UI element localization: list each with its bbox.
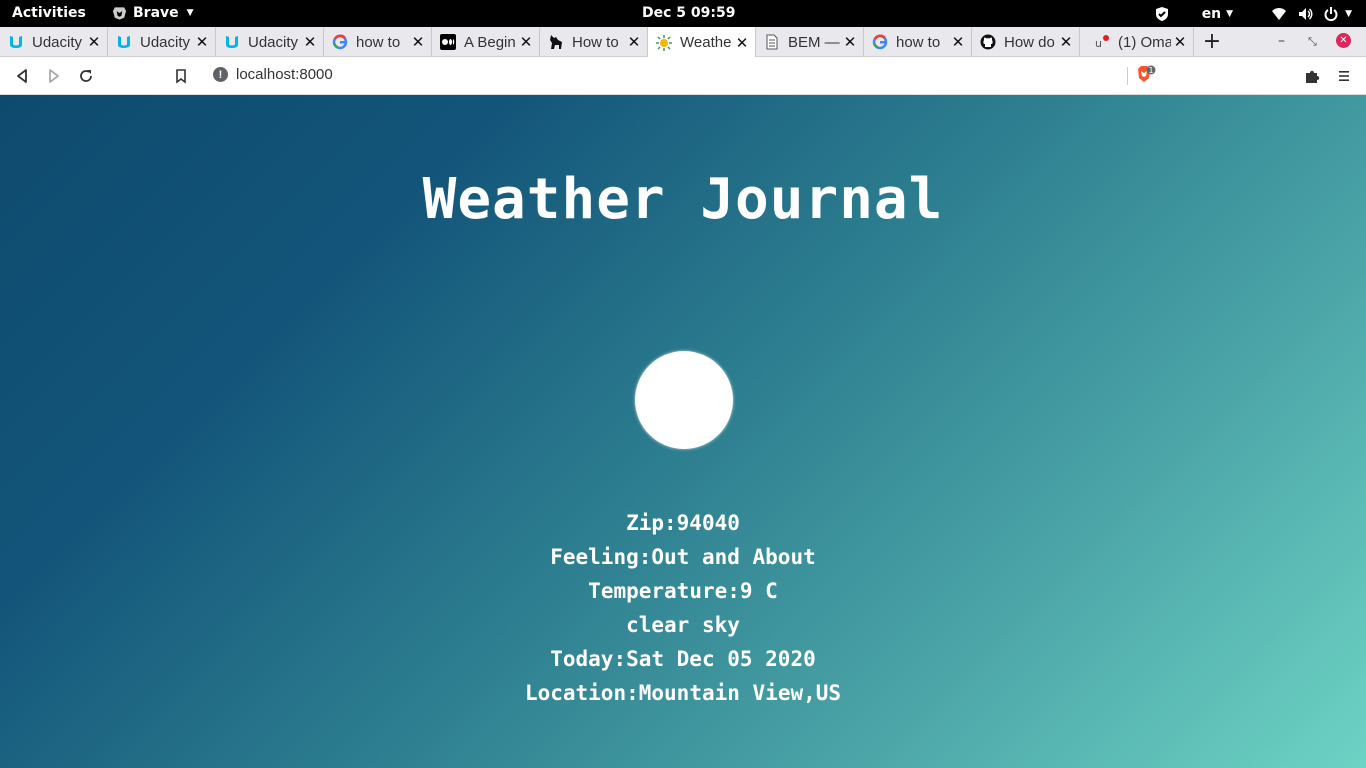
tab-title: A Begin — [464, 33, 516, 51]
shield-badge-count: 1 — [1148, 66, 1154, 75]
browser-toolbar: ! localhost:8000 1 — [0, 57, 1366, 95]
toolbar-divider — [1127, 67, 1128, 85]
chevron-down-icon: ▼ — [1345, 8, 1352, 19]
journal-entry: Zip:94040 Feeling:Out and About Temperat… — [0, 506, 1366, 710]
close-icon[interactable]: ✕ — [841, 33, 859, 51]
close-icon[interactable]: ✕ — [1057, 33, 1075, 51]
back-button[interactable] — [12, 66, 32, 86]
tab-udacity-2[interactable]: Udacity ✕ — [108, 27, 216, 57]
document-icon — [764, 34, 780, 50]
tab-how-to-dog[interactable]: How to ✕ — [540, 27, 648, 57]
zip-entry: Zip:94040 — [626, 511, 740, 535]
wifi-icon[interactable] — [1271, 6, 1287, 22]
close-icon[interactable]: ✕ — [409, 33, 427, 51]
power-icon[interactable] — [1323, 6, 1339, 22]
page-title: Weather Journal — [422, 167, 944, 232]
close-icon[interactable]: ✕ — [733, 34, 751, 52]
weather-description: clear sky — [626, 613, 740, 637]
clock[interactable]: Dec 5 09:59 — [642, 5, 735, 21]
puzzle-icon — [1306, 70, 1320, 83]
tab-weather-journal[interactable]: Weathe ✕ — [648, 27, 756, 58]
address-bar[interactable]: ! localhost:8000 — [213, 66, 333, 83]
location-entry: Location:Mountain View,US — [524, 681, 842, 705]
medium-icon — [440, 34, 456, 50]
url-text: localhost:8000 — [236, 66, 333, 83]
volume-icon[interactable] — [1297, 6, 1313, 22]
close-icon[interactable]: ✕ — [193, 33, 211, 51]
activities-button[interactable]: Activities — [12, 5, 86, 21]
hamburger-menu-icon — [1339, 71, 1349, 81]
language-label: en — [1201, 5, 1222, 22]
close-icon[interactable]: ✕ — [625, 33, 643, 51]
tab-title: Udacity — [140, 33, 191, 51]
chevron-down-icon: ▼ — [1226, 8, 1234, 19]
forward-button[interactable] — [44, 66, 64, 86]
udacity-icon — [8, 34, 24, 50]
tab-github[interactable]: How do ✕ — [972, 27, 1080, 57]
dog-icon — [548, 34, 564, 50]
app-menu[interactable]: Brave ▼ — [112, 5, 194, 21]
tab-bem[interactable]: BEM — ✕ — [756, 27, 864, 57]
tab-title: how to — [896, 33, 941, 51]
new-tab-button[interactable]: + — [1201, 30, 1223, 54]
tab-strip: Udacity ✕ Udacity ✕ Udacity ✕ how to ✕ A… — [0, 27, 1366, 58]
tab-title: Udacity — [32, 33, 83, 51]
close-window-button[interactable]: ✕ — [1336, 33, 1351, 48]
udacity-icon — [224, 34, 240, 50]
udacity-icon — [116, 34, 132, 50]
language-indicator[interactable]: en ▼ — [1202, 6, 1233, 22]
site-info-icon[interactable]: ! — [213, 67, 228, 82]
tab-title: Weathe — [680, 34, 732, 51]
weather-icon — [656, 34, 672, 51]
system-tray: en ▼ ▼ — [1154, 0, 1366, 27]
weather-icon-circle — [635, 351, 733, 449]
date-entry: Today:Sat Dec 05 2020 — [550, 647, 816, 671]
tab-google-search-1[interactable]: how to ✕ — [324, 27, 432, 57]
restore-icon[interactable]: ⤡ — [1308, 35, 1317, 49]
tab-title: How do — [1004, 33, 1055, 51]
reload-button[interactable] — [76, 66, 96, 86]
tab-notification[interactable]: u (1) Oma ✕ — [1086, 27, 1194, 57]
close-icon[interactable]: ✕ — [949, 33, 967, 51]
tab-title: Udacity — [248, 33, 299, 51]
feeling-entry: Feeling:Out and About — [550, 545, 816, 569]
tab-udacity-1[interactable]: Udacity ✕ — [0, 27, 108, 57]
notification-icon: u — [1094, 34, 1110, 50]
close-icon[interactable]: ✕ — [85, 33, 103, 51]
arrow-right-icon — [49, 69, 59, 83]
shield-icon[interactable] — [1154, 6, 1170, 22]
arrow-left-icon — [17, 69, 27, 83]
close-icon[interactable]: ✕ — [517, 33, 535, 51]
system-top-bar: Activities Brave ▼ Dec 5 09:59 en ▼ ▼ — [0, 0, 1366, 27]
google-icon — [332, 34, 348, 50]
close-icon[interactable]: ✕ — [301, 33, 319, 51]
brave-lion-icon — [112, 7, 127, 20]
svg-text:u: u — [1095, 37, 1102, 50]
chevron-down-icon: ▼ — [186, 8, 194, 18]
page-content: Weather Journal Zip:94040 Feeling:Out an… — [0, 95, 1366, 768]
temperature-entry: Temperature:9 C — [588, 579, 778, 603]
tab-medium-article[interactable]: A Begin ✕ — [432, 27, 540, 57]
tab-udacity-3[interactable]: Udacity ✕ — [216, 27, 324, 57]
minimize-icon[interactable]: – — [1278, 33, 1285, 49]
google-icon — [872, 34, 888, 50]
github-icon — [980, 34, 996, 50]
tab-title: BEM — — [788, 33, 840, 51]
tab-title: (1) Oma — [1118, 33, 1171, 51]
extensions-button[interactable] — [1302, 66, 1322, 86]
tab-title: How to — [572, 33, 619, 51]
tab-title: how to — [356, 33, 401, 51]
bookmark-button[interactable] — [171, 66, 191, 86]
menu-button[interactable] — [1334, 66, 1354, 86]
app-menu-label: Brave — [133, 5, 179, 21]
reload-icon — [80, 70, 92, 82]
bookmark-icon — [176, 69, 186, 84]
tab-google-search-2[interactable]: how to ✕ — [864, 27, 972, 57]
close-icon[interactable]: ✕ — [1171, 33, 1189, 51]
